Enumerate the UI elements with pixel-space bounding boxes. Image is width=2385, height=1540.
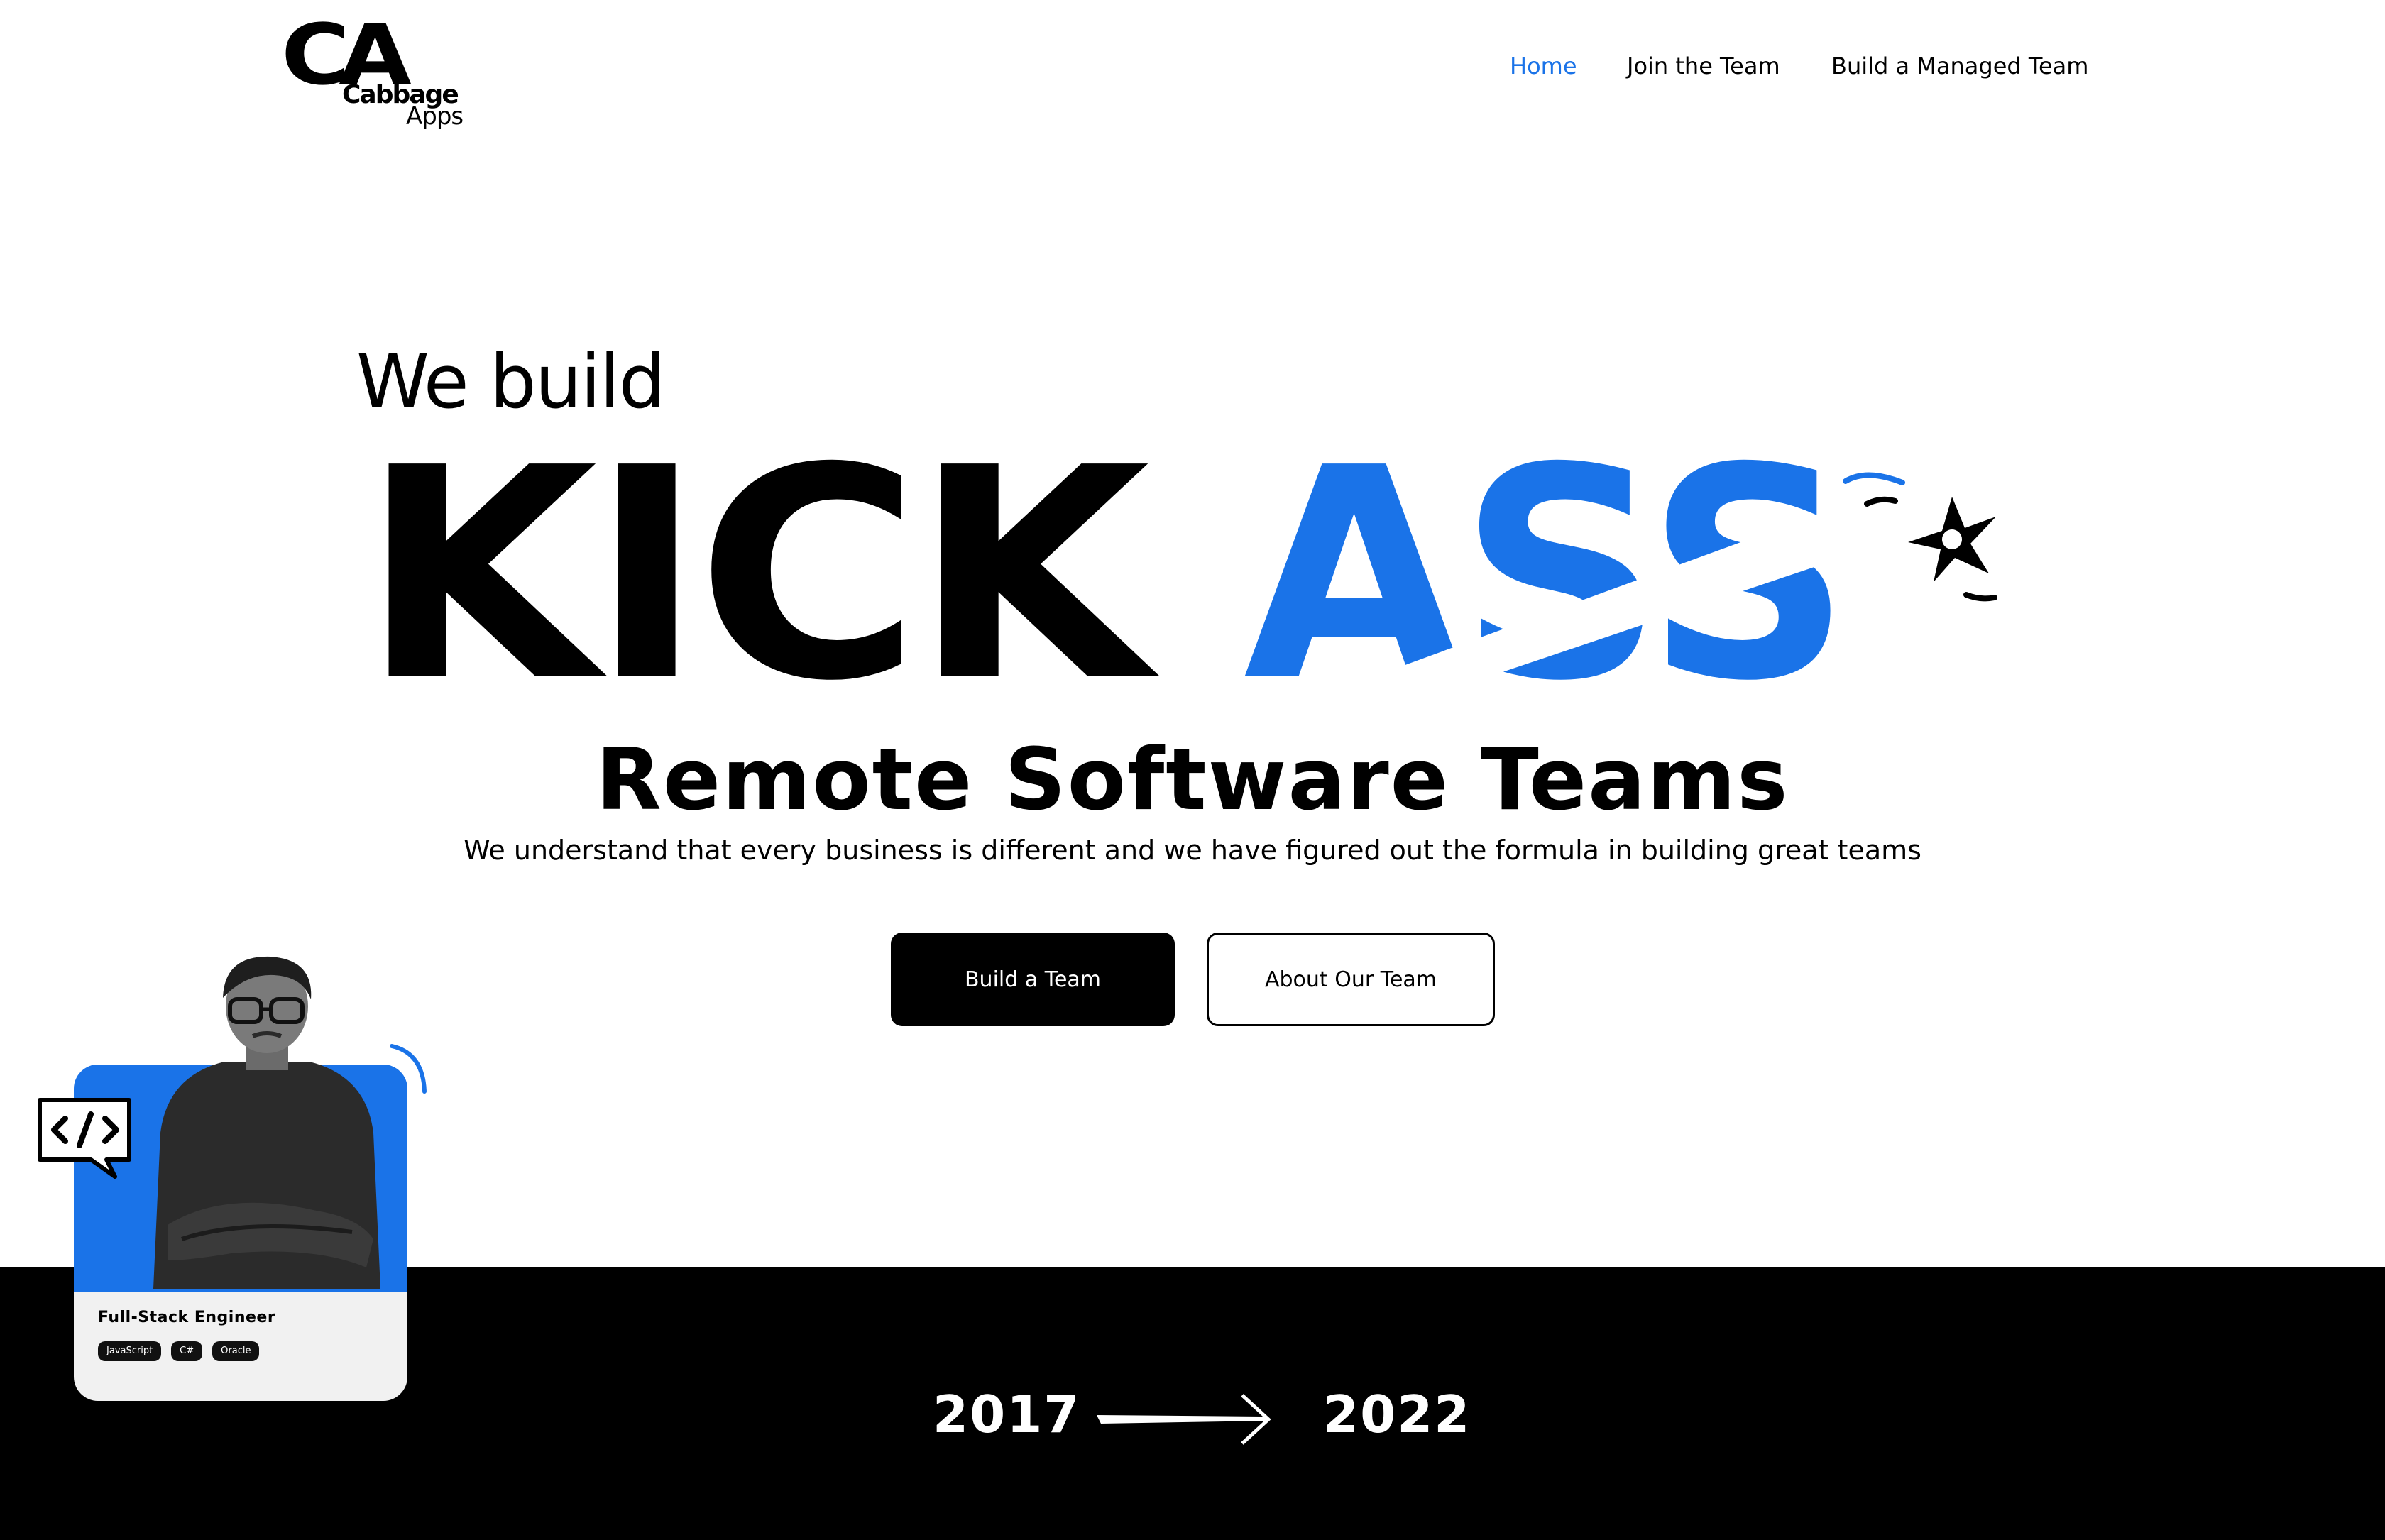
slash-cut bbox=[1263, 490, 2002, 724]
engineer-photo bbox=[153, 956, 380, 1289]
skill-tag: C# bbox=[171, 1341, 203, 1361]
timeline-start-year: 2017 bbox=[933, 1385, 1081, 1444]
skill-tag: Oracle bbox=[212, 1341, 260, 1361]
card-accent-arc bbox=[390, 1044, 427, 1094]
nav-build-managed-team[interactable]: Build a Managed Team bbox=[1831, 53, 2088, 79]
code-tag-icon bbox=[38, 1098, 131, 1179]
hero-subtitle: We understand that every business is dif… bbox=[464, 835, 1921, 866]
hero-headline: Remote Software Teams bbox=[596, 731, 1789, 830]
main-nav: Home Join the Team Build a Managed Team bbox=[0, 53, 2385, 87]
skill-tag: JavaScript bbox=[98, 1341, 162, 1361]
logo-name-line2: Apps bbox=[406, 102, 464, 131]
nav-home[interactable]: Home bbox=[1510, 53, 1577, 79]
motion-arc-blue bbox=[1843, 472, 1905, 485]
shuriken-slash-graphic bbox=[1240, 472, 2002, 724]
about-team-button[interactable]: About Our Team bbox=[1207, 933, 1495, 1026]
motion-arc-black-2 bbox=[1963, 592, 1997, 602]
hero-word-kick: KICK bbox=[361, 405, 1150, 744]
profile-role: Full-Stack Engineer bbox=[98, 1309, 276, 1326]
timeline-end-year: 2022 bbox=[1323, 1385, 1471, 1444]
nav-join-the-team[interactable]: Join the Team bbox=[1627, 53, 1780, 79]
skill-tags: JavaScript C# Oracle bbox=[98, 1341, 260, 1361]
long-arrow-right-icon bbox=[1097, 1394, 1271, 1445]
slash-cut-thin bbox=[1240, 715, 1306, 724]
build-team-button[interactable]: Build a Team bbox=[891, 933, 1175, 1026]
